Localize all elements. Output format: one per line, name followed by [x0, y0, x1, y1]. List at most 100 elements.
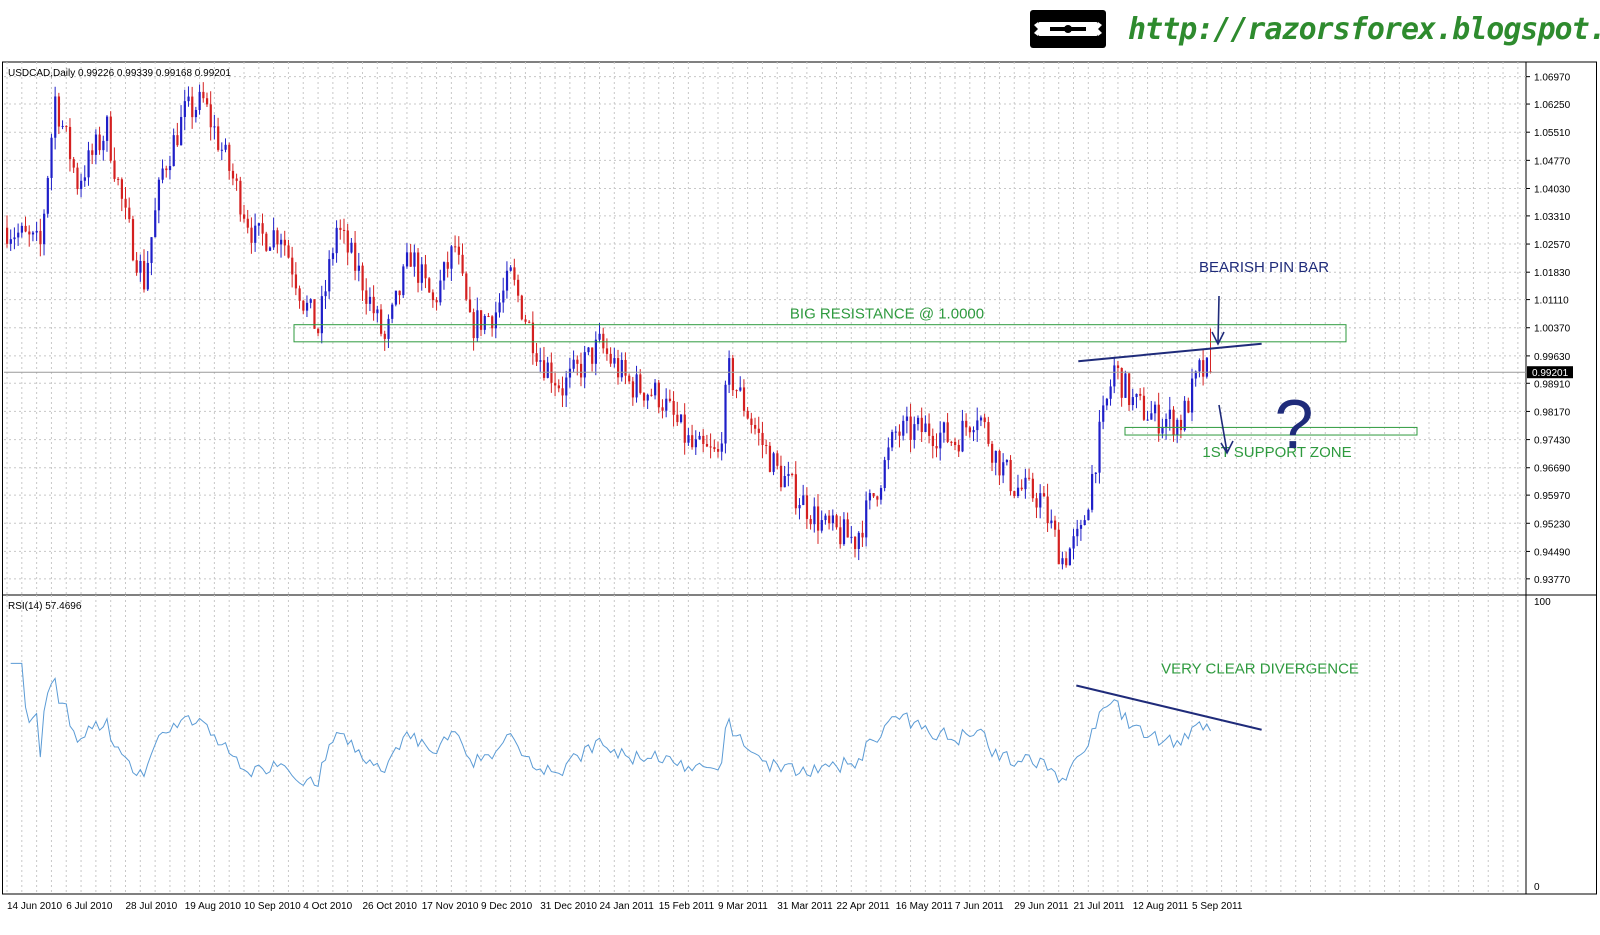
- x-tick-label: 31 Mar 2011: [777, 901, 833, 912]
- candle-body: [620, 359, 623, 378]
- candle-body: [276, 230, 279, 245]
- candle-body: [820, 520, 823, 531]
- x-tick-label: 28 Jul 2010: [126, 901, 178, 912]
- candle-body: [457, 246, 460, 255]
- candle-body: [761, 432, 764, 445]
- candle-body: [220, 149, 223, 151]
- candle-body: [31, 232, 35, 235]
- candle-body: [772, 453, 775, 472]
- candle-body: [54, 96, 57, 138]
- candle-body: [1072, 536, 1075, 549]
- candle-body: [391, 304, 394, 319]
- candle-body: [305, 302, 309, 311]
- y-tick-label: 0.98910: [1534, 379, 1571, 390]
- y-tick-label: 1.03310: [1534, 212, 1571, 223]
- divergence-label: VERY CLEAR DIVERGENCE: [1161, 661, 1359, 678]
- candle-body: [202, 91, 205, 99]
- candle-body: [568, 368, 572, 378]
- candle-body: [794, 474, 797, 509]
- candle-body: [602, 333, 605, 349]
- candle-body: [872, 493, 875, 497]
- candle-body: [6, 227, 9, 244]
- candle-body: [950, 441, 953, 443]
- candle-body: [317, 328, 320, 334]
- current-price-label: 0.99201: [1532, 368, 1569, 379]
- candle-body: [524, 319, 527, 322]
- candle-body: [1124, 373, 1127, 398]
- candle-body: [291, 257, 294, 275]
- candle-body: [509, 267, 512, 271]
- candle-body: [920, 417, 923, 433]
- candle-body: [1179, 419, 1183, 431]
- candle-body: [1202, 360, 1205, 377]
- candle-body: [1087, 509, 1090, 521]
- blog-url[interactable]: http://razorsforex.blogspot.com: [1128, 12, 1600, 47]
- y-tick-label: 1.04030: [1534, 185, 1571, 196]
- candle-body: [80, 180, 83, 190]
- x-tick-label: 7 Jun 2011: [955, 901, 1004, 912]
- candle-body: [831, 515, 834, 524]
- candle-body: [98, 134, 101, 151]
- candle-body: [846, 519, 849, 538]
- candle-body: [213, 126, 216, 128]
- candle-body: [435, 300, 438, 303]
- candle-body: [413, 252, 416, 267]
- candle-body: [1131, 397, 1134, 406]
- y-tick-label: 1.00370: [1534, 324, 1571, 335]
- candle-body: [998, 450, 1001, 476]
- candle-body: [1105, 398, 1109, 406]
- candle-body: [613, 358, 616, 364]
- candle-body: [850, 536, 853, 538]
- candle-body: [380, 309, 383, 334]
- candle-body: [39, 230, 42, 245]
- y-tick-label: 0.93770: [1534, 575, 1571, 586]
- candle-body: [824, 515, 827, 521]
- candle-body: [394, 290, 398, 305]
- candle-body: [487, 315, 490, 317]
- candle-body: [783, 476, 786, 488]
- candle-body: [813, 506, 816, 525]
- candle-body: [1039, 493, 1042, 508]
- x-tick-label: 26 Oct 2010: [363, 901, 418, 912]
- candle-body: [909, 416, 912, 440]
- candle-body: [283, 239, 286, 246]
- candle-body: [942, 422, 946, 433]
- candle-body: [24, 225, 27, 232]
- candle-body: [180, 116, 183, 146]
- candle-body: [1139, 393, 1142, 396]
- candle-body: [1009, 459, 1012, 492]
- candle-body: [1076, 528, 1079, 537]
- candle-body: [465, 273, 468, 300]
- candle-body: [1146, 419, 1149, 421]
- candle-body: [157, 179, 161, 211]
- candle-body: [87, 150, 90, 178]
- candle-body: [802, 495, 805, 506]
- candle-body: [687, 435, 690, 443]
- candle-body: [43, 213, 46, 245]
- x-tick-label: 17 Nov 2010: [422, 901, 479, 912]
- candle-body: [339, 227, 342, 230]
- candle-body: [165, 168, 168, 171]
- x-tick-label: 24 Jan 2011: [600, 901, 655, 912]
- candle-body: [1135, 393, 1138, 398]
- candle-body: [987, 422, 990, 444]
- candle-body: [861, 532, 864, 538]
- candle-body: [972, 430, 975, 433]
- candle-body: [868, 493, 872, 501]
- candle-body: [357, 265, 360, 271]
- candle-body: [102, 140, 105, 151]
- candle-body: [287, 245, 290, 258]
- candle-body: [694, 439, 697, 448]
- candle-body: [191, 96, 194, 118]
- candle-body: [494, 312, 498, 329]
- candle-body: [328, 259, 331, 292]
- candle-body: [646, 394, 649, 401]
- candle-body: [198, 91, 201, 110]
- candle-body: [598, 333, 601, 340]
- candle-body: [139, 260, 142, 273]
- candle-body: [672, 400, 675, 415]
- candle-body: [424, 264, 427, 279]
- x-tick-label: 10 Sep 2010: [244, 901, 301, 912]
- y-tick-label: 1.01830: [1534, 268, 1571, 279]
- resistance-label: BIG RESISTANCE @ 1.0000: [790, 306, 984, 323]
